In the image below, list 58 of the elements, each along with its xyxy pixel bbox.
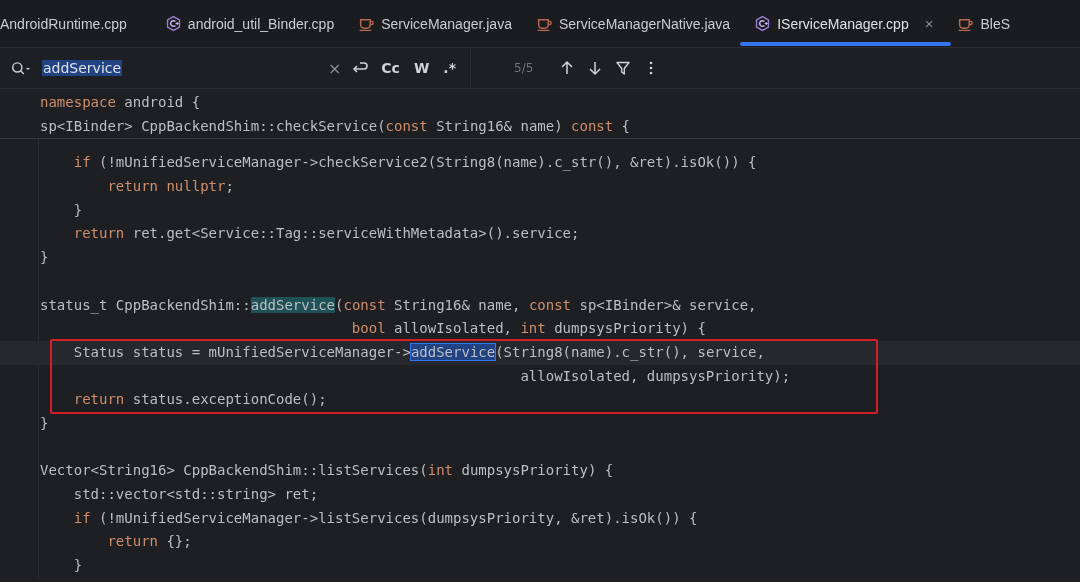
keyword: return (72, 225, 125, 242)
keyword: int (427, 462, 454, 479)
keyword: const (571, 117, 614, 134)
search-option-toggle[interactable]: W (413, 60, 430, 76)
keyword: const (385, 117, 428, 134)
current-search-match: addService (410, 343, 496, 360)
code-text: (!mUnifiedServiceManager->listServices(dumpsysPriority, &ret).isOk()) { (98, 509, 698, 526)
cpp-file-icon (754, 15, 772, 32)
code-text: } (40, 414, 49, 431)
file-tab[interactable]: ServiceManager.java (354, 0, 532, 47)
clear-search-button[interactable]: × (327, 58, 342, 78)
file-tab[interactable]: BleS (953, 0, 1031, 47)
code-text: ( (335, 296, 344, 313)
code-text: ; (225, 178, 234, 195)
code-text: sp<IBinder> CppBackendShim::checkService( (40, 117, 386, 134)
search-icon[interactable] (10, 59, 32, 77)
keyword: int (520, 320, 546, 337)
code-text: sp<IBinder>& service, (578, 296, 757, 313)
keyword: namespace (40, 94, 116, 110)
code-text: } (72, 557, 83, 574)
keyword: if (72, 154, 91, 171)
keyword: return (106, 533, 158, 550)
keyword: const (528, 296, 572, 313)
keyword: return nullptr (106, 178, 226, 195)
down-arrow-icon[interactable] (587, 60, 604, 76)
code-text: android { (123, 94, 201, 110)
code-text: std::vector<std::string> ret; (72, 486, 319, 502)
code-text: } (72, 201, 83, 218)
code-text: String16& name, (393, 296, 522, 313)
code-text: ret.get<Service::Tag::serviceWithMetadata>().service; (131, 225, 580, 242)
close-tab-button[interactable]: × (924, 15, 934, 32)
code-text: {}; (165, 533, 192, 550)
code-text: (!mUnifiedServiceManager->checkService2(String8(name).c_str(), &ret).isOk()) { (98, 154, 757, 171)
code-text: { (620, 117, 631, 134)
code-text: allowIsolated, dumpsysPriority); (519, 367, 791, 384)
search-field[interactable]: addService (42, 56, 328, 80)
code-text: Status status = mUnifiedServiceManager-> (72, 343, 411, 360)
file-tab[interactable]: AndroidRuntime.cpp (0, 0, 161, 47)
filter-icon[interactable] (615, 60, 632, 76)
code-text: allowIsolated, (393, 320, 513, 337)
keyword: if (72, 509, 91, 526)
cpp-file-icon (164, 15, 182, 32)
file-tab[interactable]: android_util_Binder.cpp (160, 0, 355, 47)
keyword: const (343, 296, 386, 313)
code-text: dumpsysPriority) { (553, 320, 706, 337)
search-option-toggle[interactable]: .* (443, 60, 456, 76)
match-count: 5/5 (514, 61, 534, 75)
code-text: status.exceptionCode(); (131, 391, 327, 408)
code-text: status_t CppBackendShim:: (40, 296, 251, 313)
file-tab[interactable]: ServiceManagerNative.java (531, 0, 751, 47)
code-text: String16& name) (435, 117, 564, 134)
code-text: } (40, 249, 49, 266)
keyword: bool (350, 320, 386, 337)
keyword: return (72, 391, 125, 408)
code-text: dumpsysPriority) { (460, 462, 614, 479)
search-match: addService (250, 296, 335, 313)
code-text: Vector<String16> CppBackendShim::listServices( (40, 462, 428, 479)
search-option-toggle[interactable]: Cc (381, 60, 400, 76)
